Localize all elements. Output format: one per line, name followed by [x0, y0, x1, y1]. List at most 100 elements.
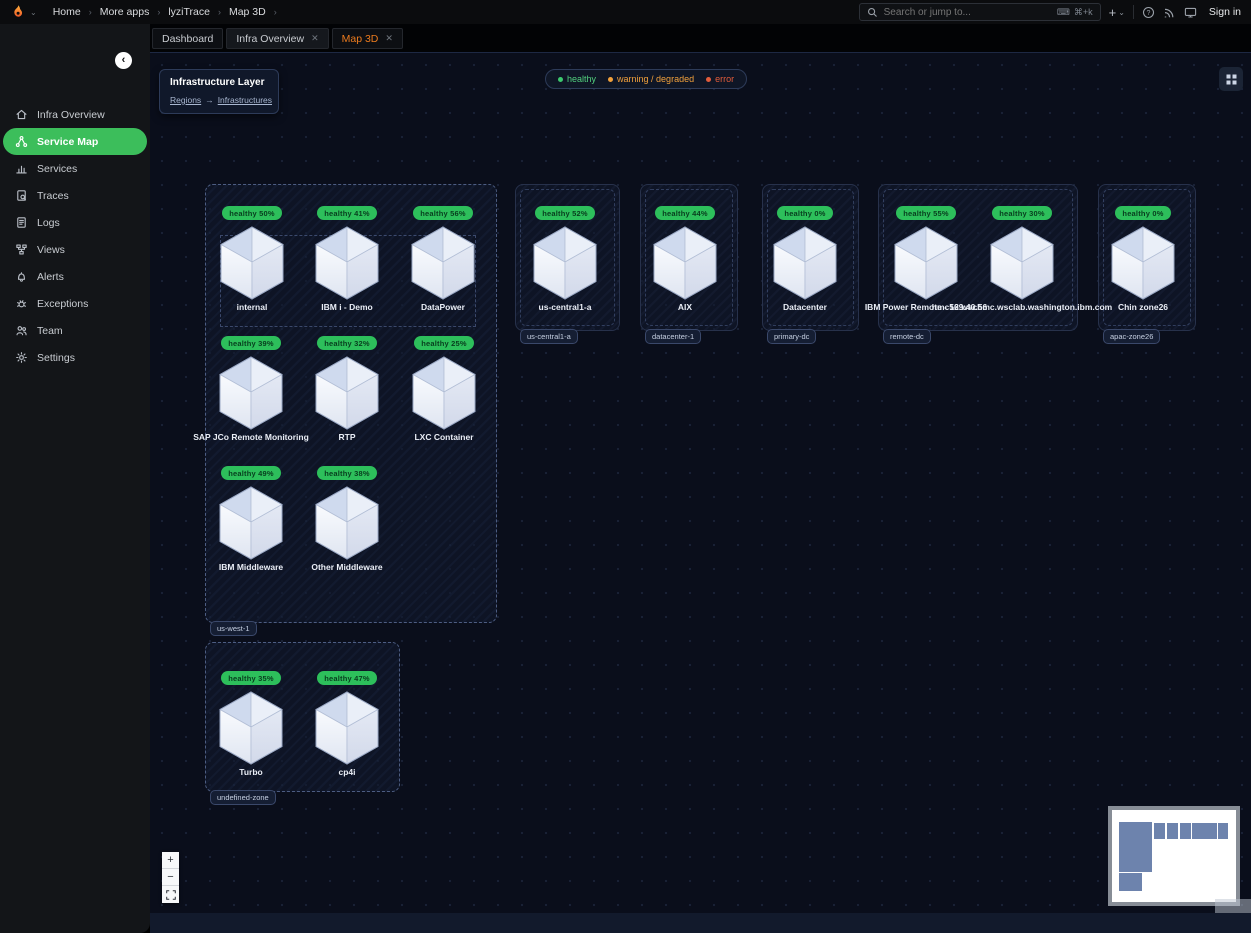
region-tag-remote-dc: remote-dc [883, 329, 931, 344]
sidebar-item-views[interactable]: Views [3, 236, 147, 263]
infra-node-other-middleware[interactable]: healthy 38% Other Middleware [282, 466, 412, 572]
grid-icon [1226, 74, 1237, 85]
cube-3d-icon [219, 226, 285, 300]
minimap-region-rect [1180, 823, 1191, 839]
region-tag-undefined-zone: undefined-zone [210, 790, 276, 805]
infra-node-hmc56-wschmc-wsclab-washington-ibm-com[interactable]: healthy 30% hmc56.wschmc.wsclab.washingt… [957, 206, 1087, 312]
infrastructures-link[interactable]: Infrastructures [218, 95, 272, 105]
sidebar-item-logs[interactable]: Logs [3, 209, 147, 236]
minimap-viewport[interactable] [1215, 899, 1251, 913]
health-badge: healthy 25% [414, 336, 474, 350]
healthy-dot-icon [558, 77, 563, 82]
monitor-icon[interactable] [1184, 6, 1197, 19]
sidebar-item-team[interactable]: Team [3, 317, 147, 344]
tab-bar: Dashboard Infra Overview✕ Map 3D✕ [150, 24, 1251, 52]
infra-node-chin-zone26[interactable]: healthy 0% Chin zone26 [1078, 206, 1208, 312]
fit-view-button[interactable] [162, 886, 179, 903]
region-tag-datacenter-1: datacenter-1 [645, 329, 701, 344]
help-icon[interactable]: ? [1142, 6, 1155, 19]
cube-3d-icon [652, 226, 718, 300]
app-logo-icon[interactable] [10, 4, 26, 20]
zoom-out-button[interactable]: − [162, 869, 179, 886]
chevron-right-icon: › [218, 7, 221, 17]
sidebar-item-alerts[interactable]: Alerts [3, 263, 147, 290]
home-icon [15, 108, 28, 121]
node-label: Other Middleware [311, 562, 382, 572]
sidebar-nav: Infra Overview Service Map Services Traces L… [3, 101, 147, 371]
tab-map-3d[interactable]: Map 3D✕ [332, 28, 403, 49]
gear-icon [15, 351, 28, 364]
error-dot-icon [706, 77, 711, 82]
infra-node-lxc-container[interactable]: healthy 25% LXC Container [379, 336, 509, 442]
region-tag-us-west-1: us-west-1 [210, 621, 257, 636]
sidebar-item-label: Views [37, 244, 65, 256]
map-3d-canvas[interactable]: Infrastructure Layer Regions → Infrastru… [150, 52, 1251, 913]
node-label: Chin zone26 [1118, 302, 1168, 312]
breadcrumb-home[interactable]: Home [53, 6, 81, 18]
sidebar-item-service-map[interactable]: Service Map [3, 128, 147, 155]
fit-view-icon [166, 890, 176, 900]
breadcrumb-more-apps[interactable]: More apps [100, 6, 150, 18]
sign-in-button[interactable]: Sign in [1209, 6, 1241, 18]
minimap-region-rect [1154, 823, 1165, 839]
breadcrumb-map-3d[interactable]: Map 3D [229, 6, 266, 18]
sidebar-item-label: Infra Overview [37, 109, 105, 121]
plus-icon: + [1109, 6, 1117, 19]
sidebar-item-label: Logs [37, 217, 60, 229]
tab-infra-overview[interactable]: Infra Overview✕ [226, 28, 328, 49]
tab-dashboard[interactable]: Dashboard [152, 28, 223, 49]
cube-3d-icon [314, 486, 380, 560]
legend-error: error [706, 74, 734, 84]
sidebar-item-services[interactable]: Services [3, 155, 147, 182]
cube-3d-icon [218, 486, 284, 560]
infra-node-aix[interactable]: healthy 44% AIX [620, 206, 750, 312]
node-label: AIX [678, 302, 692, 312]
cube-3d-icon [532, 226, 598, 300]
sidebar-collapse-button[interactable]: ‹ [115, 52, 132, 69]
layout-grid-button[interactable] [1219, 67, 1243, 91]
minimap-region-rect [1218, 823, 1228, 839]
health-badge: healthy 44% [655, 206, 715, 220]
sidebar-item-label: Traces [37, 190, 69, 202]
regions-link[interactable]: Regions [170, 95, 201, 105]
node-label: Datacenter [783, 302, 827, 312]
breadcrumb-lyzitrace[interactable]: lyziTrace [168, 6, 210, 18]
arrow-right-icon: → [205, 95, 214, 105]
sidebar-item-exceptions[interactable]: Exceptions [3, 290, 147, 317]
logo-caret-icon[interactable]: ⌄ [30, 8, 37, 17]
chevron-right-icon: › [89, 7, 92, 17]
infra-node-us-central1-a[interactable]: healthy 52% us-central1-a [500, 206, 630, 312]
sidebar-item-label: Services [37, 163, 77, 175]
trace-icon [15, 189, 28, 202]
zoom-in-button[interactable]: + [162, 852, 179, 869]
news-rss-icon[interactable] [1163, 6, 1176, 19]
health-badge: healthy 39% [221, 336, 281, 350]
node-label: LXC Container [414, 432, 473, 442]
cube-3d-icon [314, 226, 380, 300]
region-tag-us-central1-a: us-central1-a [520, 329, 578, 344]
sidebar-item-label: Team [37, 325, 63, 337]
sidebar-item-traces[interactable]: Traces [3, 182, 147, 209]
search-input[interactable]: ⌨⌘+k [859, 3, 1101, 21]
sidebar-item-settings[interactable]: Settings [3, 344, 147, 371]
infrastructure-layer-panel: Infrastructure Layer Regions → Infrastru… [159, 69, 279, 114]
cube-3d-icon [1110, 226, 1176, 300]
health-badge: healthy 55% [896, 206, 956, 220]
breadcrumb: Home › More apps › lyziTrace › Map 3D › [53, 6, 277, 18]
infra-node-datapower[interactable]: healthy 56% DataPower [378, 206, 508, 312]
bottom-strip [150, 913, 1251, 933]
node-label: DataPower [421, 302, 465, 312]
sidebar-item-label: Service Map [37, 136, 98, 148]
chevron-down-icon: ⌄ [1118, 8, 1125, 17]
node-label: RTP [339, 432, 356, 442]
sidebar-item-infra-overview[interactable]: Infra Overview [3, 101, 147, 128]
add-menu-button[interactable]: + ⌄ [1109, 6, 1125, 19]
close-icon[interactable]: ✕ [385, 33, 393, 44]
infra-node-cp4i[interactable]: healthy 47% cp4i [282, 671, 412, 777]
infra-node-datacenter[interactable]: healthy 0% Datacenter [740, 206, 870, 312]
chevron-right-icon: › [274, 7, 277, 17]
close-icon[interactable]: ✕ [311, 33, 319, 44]
minimap[interactable] [1108, 806, 1240, 906]
bell-icon [15, 270, 28, 283]
search-field[interactable] [884, 7, 1051, 18]
